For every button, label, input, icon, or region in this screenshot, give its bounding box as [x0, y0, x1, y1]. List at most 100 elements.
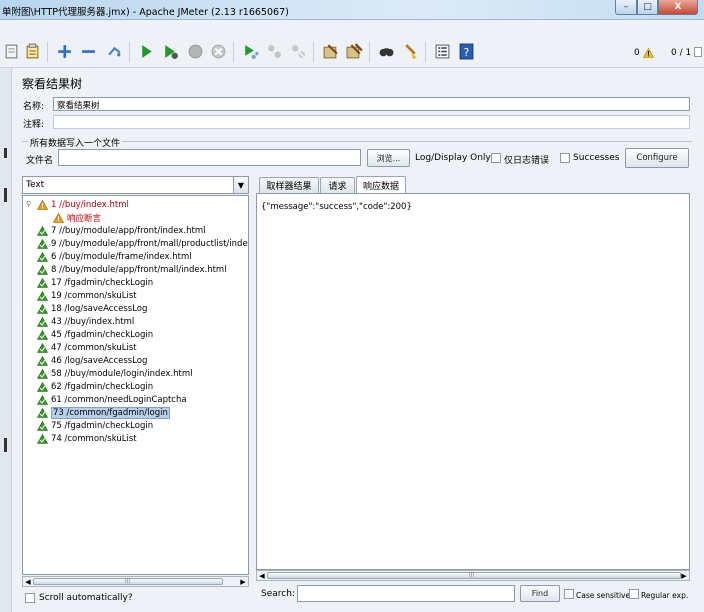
warning-icon — [53, 213, 64, 223]
main-toolbar: ? 0 0 / 1 — [0, 38, 704, 68]
success-icon — [37, 304, 48, 314]
browse-button[interactable]: 浏览... — [367, 149, 410, 167]
open-icon[interactable] — [22, 41, 43, 62]
tree-node[interactable]: 响应断言 — [53, 212, 101, 224]
log-display-label: Log/Display Only: — [415, 153, 494, 163]
toggle-icon[interactable] — [104, 41, 125, 62]
reset-search-icon[interactable] — [400, 41, 421, 62]
tree-node[interactable]: 61 /common/needLoginCaptcha — [37, 394, 187, 406]
tree-node[interactable]: 18 /log/saveAccessLog — [37, 303, 147, 315]
clear-all-icon[interactable] — [344, 41, 365, 62]
window-controls: – □ X — [615, 0, 698, 15]
success-icon — [37, 343, 48, 353]
scroll-automatically-label: Scroll automatically? — [39, 593, 133, 603]
chevron-down-icon[interactable]: ▼ — [233, 177, 248, 193]
stop-icon[interactable] — [185, 41, 206, 62]
tree-node[interactable]: 1 //buy/index.html — [37, 199, 129, 211]
shutdown-icon[interactable] — [208, 41, 229, 62]
error-count-value: 0 — [634, 48, 640, 58]
configure-button[interactable]: Configure — [625, 148, 689, 168]
function-helper-icon[interactable] — [432, 41, 453, 62]
tab-sampler-result[interactable]: 取样器结果 — [259, 177, 319, 193]
success-icon — [37, 252, 48, 262]
scroll-right-icon[interactable]: ▶ — [238, 577, 248, 586]
templates-icon[interactable] — [1, 41, 22, 62]
success-icon — [37, 434, 48, 444]
regex-checkbox[interactable] — [629, 589, 639, 599]
scroll-left-icon[interactable]: ◀ — [257, 571, 267, 580]
remote-shutdown-icon[interactable] — [288, 41, 309, 62]
expand-icon[interactable] — [54, 41, 75, 62]
scroll-right-icon[interactable]: ▶ — [679, 571, 689, 580]
filename-label: 文件名 — [26, 156, 54, 166]
warning-icon — [642, 48, 654, 58]
tree-node[interactable]: 45 /fgadmin/checkLogin — [37, 329, 153, 341]
name-input[interactable]: 察看结果树 — [53, 97, 690, 111]
tree-node[interactable]: 75 /fgadmin/checkLogin — [37, 420, 153, 432]
success-icon — [37, 226, 48, 236]
comment-label: 注释: — [23, 120, 45, 130]
close-button[interactable]: X — [658, 0, 698, 15]
warning-icon — [37, 200, 48, 210]
title-bar: 单附图\HTTP代理服务器.jmx) - Apache JMeter (2.13… — [0, 0, 704, 20]
help-icon[interactable]: ? — [456, 41, 477, 62]
tree-node[interactable]: 47 /common/skuList — [37, 342, 137, 354]
scroll-left-icon[interactable]: ◀ — [23, 577, 33, 586]
window-title: 单附图\HTTP代理服务器.jmx) - Apache JMeter (2.13… — [2, 7, 289, 18]
tree-node[interactable]: 58 //buy/module/login/index.html — [37, 368, 193, 380]
response-text: {"message":"success","code":200} — [261, 202, 412, 212]
error-counter: 0 — [634, 48, 654, 58]
successes-checkbox[interactable] — [560, 153, 570, 163]
tree-node[interactable]: 7 //buy/module/app/front/index.html — [37, 225, 206, 237]
filename-input[interactable] — [58, 149, 361, 166]
tree-node[interactable]: 62 /fgadmin/checkLogin — [37, 381, 153, 393]
tree-node[interactable]: 17 /fgadmin/checkLogin — [37, 277, 153, 289]
comment-input[interactable] — [53, 115, 690, 129]
success-icon — [37, 317, 48, 327]
success-icon — [37, 239, 48, 249]
tree-expander-icon[interactable]: ⚲ — [26, 200, 31, 208]
start-icon[interactable] — [136, 41, 157, 62]
remote-start-icon[interactable] — [240, 41, 261, 62]
tree-node[interactable]: 43 //buy/index.html — [37, 316, 134, 328]
renderer-selected: Text — [26, 180, 45, 190]
thread-counter: 0 / 1 — [671, 48, 692, 58]
errors-only-checkbox[interactable] — [491, 153, 501, 163]
maximize-button[interactable]: □ — [637, 0, 658, 15]
svg-text:?: ? — [464, 46, 470, 59]
find-button[interactable]: Find — [520, 585, 560, 602]
tab-request[interactable]: 请求 — [320, 177, 355, 193]
scroll-automatically-checkbox[interactable] — [25, 593, 35, 603]
remote-stop-icon[interactable] — [264, 41, 285, 62]
successes-label: Successes — [573, 153, 620, 163]
tree-node[interactable]: 8 //buy/module/app/front/mall/index.html — [37, 264, 227, 276]
success-icon — [37, 395, 48, 405]
tab-response-data[interactable]: 响应数据 — [356, 176, 406, 193]
clear-icon[interactable] — [320, 41, 341, 62]
search-input[interactable] — [297, 585, 515, 602]
tree-horizontal-scrollbar[interactable]: ◀ ||| ▶ — [22, 576, 249, 587]
search-icon[interactable] — [376, 41, 397, 62]
log-viewer-toggle[interactable] — [694, 47, 702, 57]
success-icon — [37, 421, 48, 431]
tree-splitter[interactable] — [0, 68, 12, 612]
tree-node-selected[interactable]: 73 /common/fgadmin/login — [37, 407, 170, 419]
renderer-select[interactable]: Text ▼ — [22, 176, 249, 194]
tree-node[interactable]: 6 //buy/module/frame/index.html — [37, 251, 192, 263]
name-label: 名称: — [23, 102, 45, 112]
response-data-pane[interactable]: {"message":"success","code":200} — [256, 193, 690, 570]
success-icon — [37, 356, 48, 366]
collapse-icon[interactable] — [78, 41, 99, 62]
tree-node[interactable]: 19 /common/skuList — [37, 290, 137, 302]
tree-node[interactable]: 74 /common/skuList — [37, 433, 137, 445]
start-no-pause-icon[interactable] — [160, 41, 181, 62]
minimize-button[interactable]: – — [615, 0, 637, 15]
tree-node[interactable]: 9 //buy/module/app/front/mall/productlis… — [37, 238, 248, 250]
success-icon — [37, 408, 48, 418]
results-tree[interactable]: ⚲ 1 //buy/index.html 响应断言 7 //buy/module… — [22, 195, 249, 575]
file-group-title: 所有数据写入一个文件 — [28, 136, 123, 149]
tree-node[interactable]: 46 /log/saveAccessLog — [37, 355, 147, 367]
success-icon — [37, 291, 48, 301]
response-horizontal-scrollbar[interactable]: ◀ ||| ▶ — [256, 570, 690, 581]
case-sensitive-checkbox[interactable] — [564, 589, 574, 599]
